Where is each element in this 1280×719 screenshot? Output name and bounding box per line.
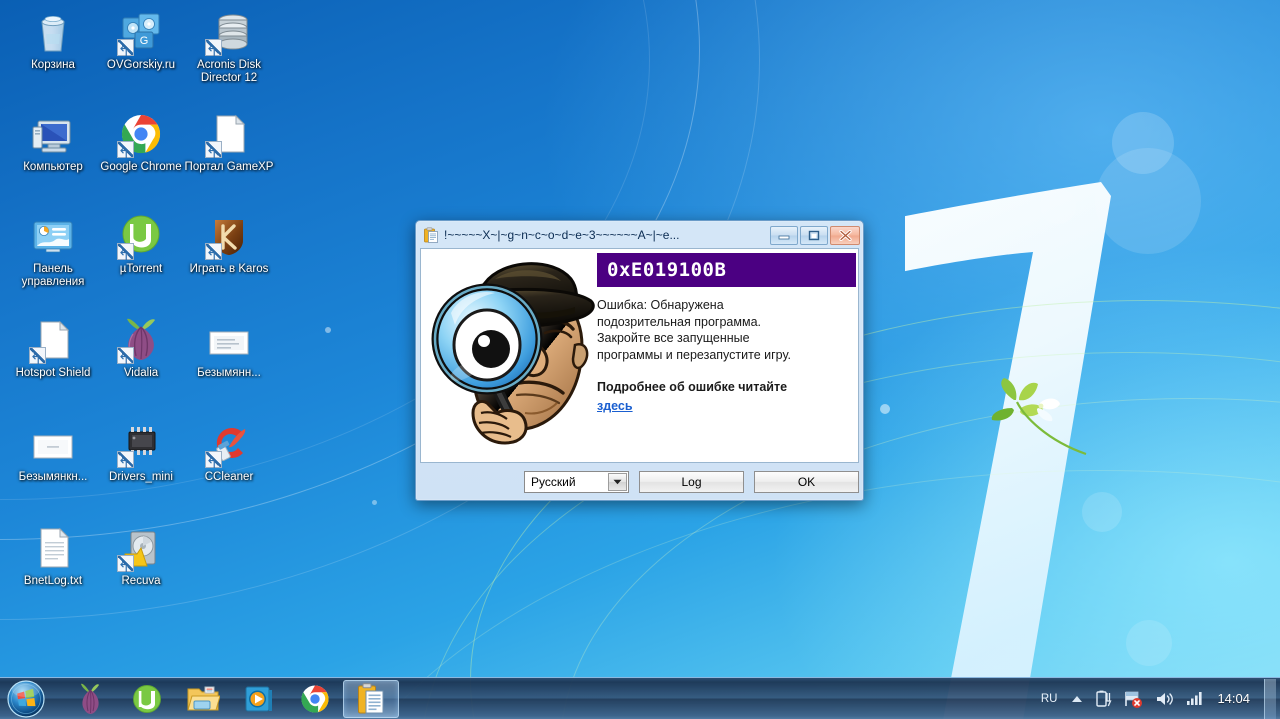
desktop-icon-recycle-bin[interactable]: Корзина	[8, 8, 98, 72]
desktop-icon-label: Acronis Disk Director 12	[197, 59, 261, 84]
taskbar-vidalia-onion-icon[interactable]	[63, 680, 119, 718]
computer-icon	[29, 110, 77, 158]
karos-icon	[205, 212, 253, 263]
error-code: 0xE019100B	[607, 259, 727, 281]
desktop-icon-ccleaner[interactable]: CCleaner	[184, 420, 274, 484]
language-indicator[interactable]: RU	[1033, 693, 1066, 705]
maximize-button[interactable]	[800, 225, 828, 245]
taskbar-clipboard-window-icon[interactable]	[343, 679, 399, 718]
desktop-icon-label: Recuva	[121, 575, 161, 587]
disk-stack-icon	[205, 8, 253, 59]
log-button[interactable]: Log	[639, 471, 744, 493]
desktop-icon-label: Google Chrome	[100, 161, 182, 173]
desktop-icon-utorrent[interactable]: µTorrent	[96, 212, 186, 276]
bitmap-image-icon	[29, 420, 77, 468]
dialog-content: 0xE019100B Ошибка: Обнаружена подозрител…	[420, 248, 859, 463]
desktop-icon-computer[interactable]: Компьютер	[8, 110, 98, 174]
utorrent-icon	[117, 212, 165, 263]
dialog-title: !~~~~~X~|~g~n~c~o~d~e~3~~~~~~A~|~e...	[444, 228, 680, 242]
text-file-icon	[29, 524, 77, 572]
desktop-icon-recuva[interactable]: Recuva	[96, 524, 186, 588]
taskbar-explorer-folder-icon[interactable]	[175, 680, 231, 718]
ok-button[interactable]: OK	[754, 471, 859, 493]
taskbar-utorrent-icon[interactable]	[119, 680, 175, 718]
desktop-icon-hotspot-shield[interactable]: Hotspot Shield	[8, 316, 98, 380]
desktop-icon-label: Корзина	[31, 59, 75, 71]
desktop-icon-untitled-image-2[interactable]: Безымянкн...	[8, 420, 98, 484]
language-value: Русский	[531, 475, 576, 489]
system-tray: RU 14:04	[1033, 678, 1280, 719]
recycle-bin-icon	[29, 8, 77, 56]
ccleaner-icon	[205, 420, 253, 471]
desktop-icon-vidalia[interactable]: Vidalia	[96, 316, 186, 380]
error-message-line: подозрительная программа.	[597, 314, 761, 329]
chip-icon	[117, 420, 165, 471]
leaf-sprig-icon	[991, 378, 1087, 456]
desktop-icon-label: Безымянкн...	[18, 471, 88, 483]
detective-magnifier-icon	[431, 262, 595, 445]
desktop-icon-label: Портал GameXP	[184, 161, 274, 173]
minimize-button[interactable]	[770, 225, 798, 245]
desktop-icon-google-chrome[interactable]: Google Chrome	[96, 110, 186, 174]
error-message: Ошибка: Обнаружена подозрительная програ…	[597, 297, 854, 414]
desktop-icon-label: Hotspot Shield	[15, 367, 91, 379]
desktop-icon-label: OVGorskiy.ru	[106, 59, 176, 71]
bokeh-circle	[1112, 112, 1174, 174]
show-desktop-button[interactable]	[1264, 678, 1276, 719]
network-signal-icon[interactable]	[1180, 682, 1209, 716]
desktop-icon-bnetlog-txt[interactable]: BnetLog.txt	[8, 524, 98, 588]
desktop-icon-label: Играть в Karos	[189, 263, 269, 275]
document-icon	[29, 316, 77, 367]
window-controls	[770, 225, 860, 245]
desktop-icon-label: CCleaner	[204, 471, 254, 483]
desktop-icon-karos[interactable]: Играть в Karos	[184, 212, 274, 276]
error-dialog-window[interactable]: !~~~~~X~|~g~n~c~o~d~e~3~~~~~~A~|~e... 0x…	[415, 220, 864, 501]
desktop-icon-portal-gamexp[interactable]: Портал GameXP	[184, 110, 274, 174]
desktop-icon-label: µTorrent	[119, 263, 163, 275]
more-info-link[interactable]: здесь	[597, 398, 633, 415]
desktop[interactable]: Корзина G OVGorskiy.ru	[0, 0, 1280, 719]
chevron-down-icon[interactable]	[608, 473, 627, 491]
taskbar-buttons	[63, 679, 399, 719]
more-info-text: Подробнее об ошибке читайте	[597, 380, 788, 394]
taskbar-media-player-icon[interactable]	[231, 680, 287, 718]
desktop-icon-untitled-image-1[interactable]: Безымянн...	[184, 316, 274, 380]
recuva-icon	[117, 524, 165, 575]
disc-folder-icon: G	[117, 8, 165, 59]
error-message-line: программы и перезапустите игру.	[597, 347, 791, 362]
desktop-icon-ovgorskiy[interactable]: G OVGorskiy.ru	[96, 8, 186, 72]
dialog-footer: Русский Log OK	[420, 469, 859, 495]
taskbar-chrome-icon[interactable]	[287, 680, 343, 718]
dialog-titlebar[interactable]: !~~~~~X~|~g~n~c~o~d~e~3~~~~~~A~|~e...	[419, 224, 860, 246]
battery-plug-icon[interactable]	[1089, 682, 1118, 716]
error-message-line: Ошибка: Обнаружена	[597, 298, 724, 312]
desktop-icon-acronis-disk-director[interactable]: Acronis Disk Director 12	[184, 8, 274, 85]
svg-text:G: G	[140, 35, 149, 47]
close-button[interactable]	[830, 225, 860, 245]
action-center-flag-icon[interactable]	[1118, 682, 1149, 716]
desktop-icon-label: Панель управления	[21, 263, 85, 288]
start-button[interactable]	[2, 679, 49, 719]
taskbar[interactable]: RU 14:04	[0, 677, 1280, 719]
desktop-icon-label: Компьютер	[23, 161, 83, 173]
error-message-line: Закройте все запущенные	[597, 331, 750, 345]
chrome-icon	[117, 110, 165, 161]
bitmap-image-icon	[205, 316, 253, 364]
desktop-icon-label: Безымянн...	[197, 367, 261, 379]
bokeh-circle	[1040, 188, 1076, 224]
desktop-icon-label: BnetLog.txt	[23, 575, 83, 587]
language-dropdown[interactable]: Русский	[524, 471, 629, 493]
error-code-banner: 0xE019100B	[597, 253, 856, 287]
volume-speaker-icon[interactable]	[1149, 682, 1180, 716]
show-hidden-icons-chevron[interactable]	[1065, 682, 1089, 716]
clipboard-icon	[423, 227, 439, 243]
desktop-icon-control-panel[interactable]: Панель управления	[8, 212, 98, 289]
desktop-icon-drivers-mini[interactable]: Drivers_mini	[96, 420, 186, 484]
taskbar-clock[interactable]: 14:04	[1209, 691, 1262, 706]
control-panel-icon	[29, 212, 77, 260]
onion-icon	[117, 316, 165, 367]
desktop-icon-label: Vidalia	[123, 367, 159, 379]
document-icon	[205, 110, 253, 161]
desktop-icon-label: Drivers_mini	[109, 471, 173, 483]
